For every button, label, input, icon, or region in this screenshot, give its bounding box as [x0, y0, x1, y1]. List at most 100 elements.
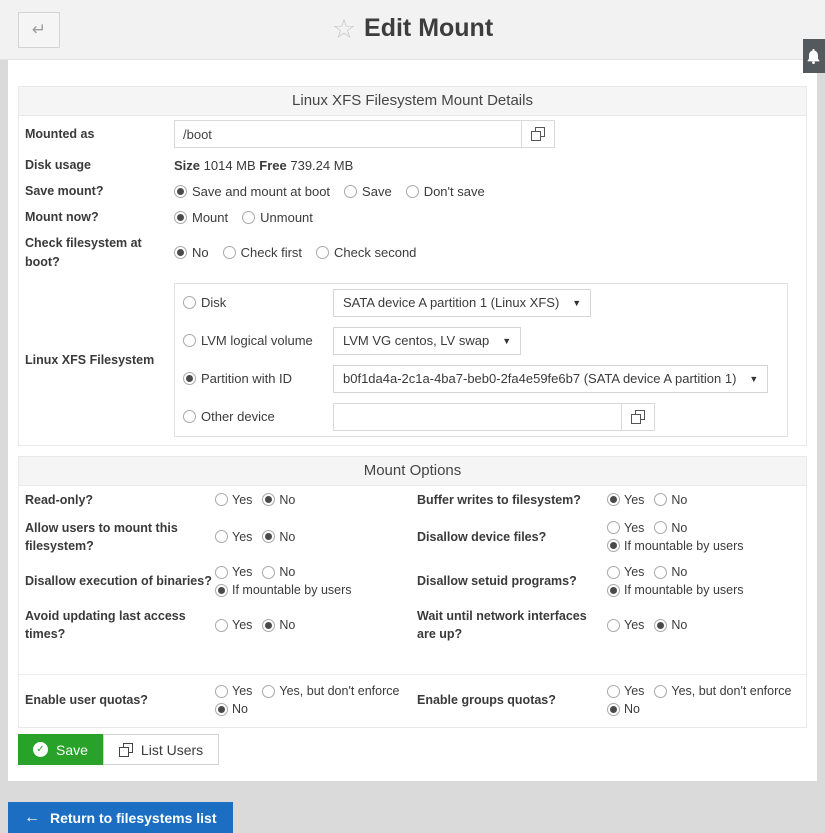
- options-row: Allow users to mount this filesystem? Ye…: [19, 514, 806, 560]
- radio-option[interactable]: Yes: [607, 618, 644, 632]
- select-value: b0f1da4a-2c1a-4ba7-beb0-2fa4e59fe6b7 (SA…: [343, 371, 736, 386]
- disk-select[interactable]: SATA device A partition 1 (Linux XFS) ▼: [333, 289, 591, 317]
- radio-label: No: [279, 618, 295, 632]
- mounted-as-input[interactable]: [174, 120, 522, 148]
- radio-option[interactable]: Yes: [607, 684, 644, 698]
- back-button[interactable]: ↵: [18, 12, 60, 48]
- radio-icon: [344, 185, 357, 198]
- radio-option[interactable]: Other device: [183, 409, 333, 424]
- radio-option[interactable]: Yes: [215, 618, 252, 632]
- radio-option[interactable]: No: [654, 493, 687, 507]
- other-device-input[interactable]: [333, 403, 622, 431]
- radio-icon: [183, 334, 196, 347]
- radio-label: Yes: [232, 565, 252, 579]
- radio-option[interactable]: No: [262, 618, 295, 632]
- radio-icon: [174, 211, 187, 224]
- radio-option[interactable]: Save: [344, 184, 392, 199]
- radio-option[interactable]: Check second: [316, 245, 416, 260]
- mount-details-table: Linux XFS Filesystem Mount Details Mount…: [18, 86, 807, 446]
- radio-label: If mountable by users: [624, 583, 744, 597]
- select-value: LVM VG centos, LV swap: [343, 333, 489, 348]
- option-label: Wait until network interfaces are up?: [417, 607, 607, 643]
- radio-option[interactable]: Disk: [183, 295, 333, 310]
- option-label: Disallow setuid programs?: [417, 572, 607, 590]
- radio-label: Mount: [192, 210, 228, 225]
- radio-icon: [183, 410, 196, 423]
- device-disk-row: Disk SATA device A partition 1 (Linux XF…: [175, 284, 787, 322]
- radio-icon: [607, 566, 620, 579]
- radio-option[interactable]: Yes: [215, 493, 252, 507]
- radio-option[interactable]: Yes: [215, 565, 252, 579]
- radio-option[interactable]: If mountable by users: [607, 583, 744, 597]
- radio-option[interactable]: Save and mount at boot: [174, 184, 330, 199]
- select-value: SATA device A partition 1 (Linux XFS): [343, 295, 559, 310]
- radio-label: Yes: [624, 565, 644, 579]
- radio-group: Yes No If mountable by users: [607, 565, 800, 597]
- radio-icon: [183, 296, 196, 309]
- option-label: Buffer writes to filesystem?: [417, 491, 607, 509]
- notifications-button[interactable]: [803, 39, 825, 73]
- save-button[interactable]: ✓ Save: [18, 734, 103, 765]
- device-other-row: Other device: [175, 398, 787, 436]
- radio-option[interactable]: Yes, but don't enforce: [262, 684, 399, 698]
- radio-option[interactable]: Mount: [174, 210, 228, 225]
- path-chooser-button[interactable]: [521, 120, 555, 148]
- radio-label: Yes: [624, 493, 644, 507]
- radio-option[interactable]: Yes: [607, 493, 644, 507]
- option-label: Allow users to mount this filesystem?: [25, 519, 215, 555]
- mount-now-row: Mount now? Mount Unmount: [19, 204, 806, 230]
- radio-label: Check second: [334, 245, 416, 260]
- star-favorite-icon[interactable]: ☆: [332, 14, 356, 44]
- device-label: Linux XFS Filesystem: [25, 351, 174, 369]
- radio-option[interactable]: No: [215, 702, 248, 716]
- radio-option[interactable]: No: [262, 493, 295, 507]
- free-label: Free: [259, 158, 286, 173]
- radio-label: If mountable by users: [232, 583, 352, 597]
- radio-option[interactable]: Unmount: [242, 210, 313, 225]
- radio-option[interactable]: If mountable by users: [607, 539, 744, 553]
- free-value: 739.24 MB: [287, 158, 354, 173]
- radio-label: Yes: [232, 530, 252, 544]
- page-title: ☆Edit Mount: [0, 14, 825, 45]
- radio-option[interactable]: Yes: [215, 684, 252, 698]
- radio-option[interactable]: No: [607, 702, 640, 716]
- radio-group: Yes Yes, but don't enforce No: [215, 684, 417, 716]
- list-users-button[interactable]: List Users: [103, 734, 219, 765]
- radio-icon: [215, 685, 228, 698]
- radio-label: Yes, but don't enforce: [671, 684, 791, 698]
- radio-icon: [607, 584, 620, 597]
- radio-option[interactable]: No: [262, 565, 295, 579]
- radio-icon: [316, 246, 329, 259]
- radio-icon: [215, 619, 228, 632]
- radio-label: LVM logical volume: [201, 333, 313, 348]
- lvm-select[interactable]: LVM VG centos, LV swap ▼: [333, 327, 521, 355]
- radio-option[interactable]: No: [654, 618, 687, 632]
- radio-label: Yes: [624, 521, 644, 535]
- radio-option[interactable]: No: [262, 530, 295, 544]
- disk-usage-label: Disk usage: [25, 156, 174, 174]
- partition-id-select[interactable]: b0f1da4a-2c1a-4ba7-beb0-2fa4e59fe6b7 (SA…: [333, 365, 768, 393]
- radio-option[interactable]: No: [174, 245, 209, 260]
- radio-option[interactable]: Yes, but don't enforce: [654, 684, 791, 698]
- radio-option[interactable]: Check first: [223, 245, 302, 260]
- device-chooser-button[interactable]: [621, 403, 655, 431]
- option-label: Read-only?: [25, 491, 215, 509]
- bell-icon: [807, 49, 820, 64]
- radio-option[interactable]: No: [654, 521, 687, 535]
- return-to-filesystems-button[interactable]: ← Return to filesystems list: [8, 802, 233, 833]
- radio-icon: [607, 703, 620, 716]
- radio-option[interactable]: Yes: [215, 530, 252, 544]
- radio-option[interactable]: No: [654, 565, 687, 579]
- radio-option[interactable]: If mountable by users: [215, 583, 352, 597]
- radio-icon: [262, 566, 275, 579]
- footer: ← Return to filesystems list: [8, 802, 825, 833]
- radio-icon: [654, 566, 667, 579]
- radio-option[interactable]: Yes: [607, 521, 644, 535]
- radio-option[interactable]: Don't save: [406, 184, 485, 199]
- radio-label: Yes: [232, 684, 252, 698]
- radio-option[interactable]: Partition with ID: [183, 371, 333, 386]
- radio-option[interactable]: Yes: [607, 565, 644, 579]
- radio-option[interactable]: LVM logical volume: [183, 333, 333, 348]
- radio-icon: [174, 246, 187, 259]
- device-uuid-row: Partition with ID b0f1da4a-2c1a-4ba7-beb…: [175, 360, 787, 398]
